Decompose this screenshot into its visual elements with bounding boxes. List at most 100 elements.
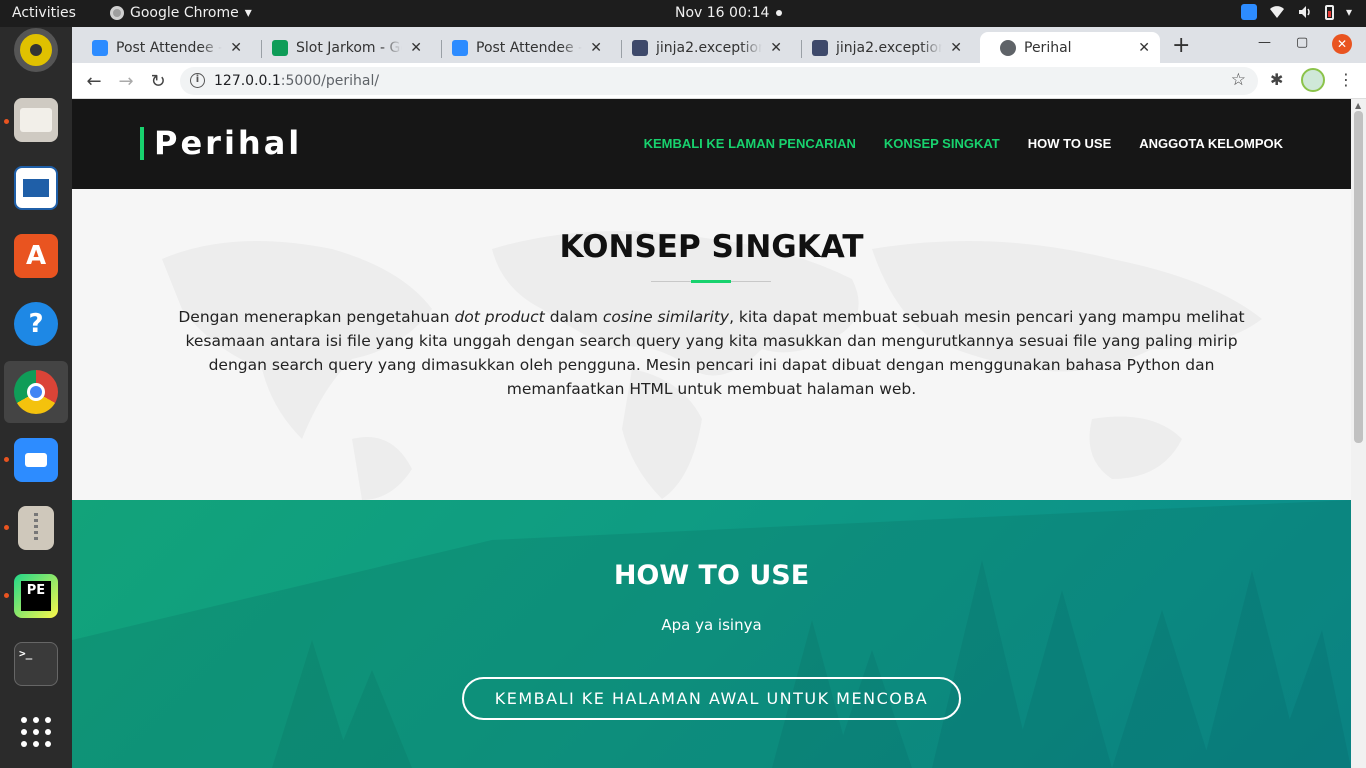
- help-icon: ?: [14, 302, 58, 346]
- archive-manager-icon: [18, 506, 54, 550]
- show-apps-icon: [21, 717, 51, 747]
- reload-button[interactable]: ↻: [147, 70, 169, 92]
- dock-terminal[interactable]: >_: [4, 633, 68, 695]
- tab-post-attendee-2[interactable]: Post Attendee - Zoom ✕: [432, 32, 612, 63]
- konsep-singkat-section: KONSEP SINGKAT Dengan menerapkan pengeta…: [72, 189, 1351, 500]
- dock-chrome[interactable]: [4, 361, 68, 423]
- title-divider-accent: [691, 280, 731, 283]
- gnome-top-bar: Activities Google Chrome ▾ Nov 16 00:14 …: [0, 0, 1366, 27]
- tab-label: Perihal: [1024, 39, 1072, 56]
- window-close-button[interactable]: ✕: [1332, 34, 1352, 54]
- tab-label: jinja2.exceptions.: [656, 39, 762, 56]
- close-icon[interactable]: ✕: [410, 40, 422, 56]
- scroll-up-arrow-icon[interactable]: ▲: [1355, 101, 1361, 110]
- close-icon[interactable]: ✕: [1138, 40, 1150, 56]
- ubuntu-software-icon: A: [14, 234, 58, 278]
- pycharm-label: PE: [21, 581, 51, 611]
- tab-strip: Post Attendee - Zoom ✕ Slot Jarkom - Goo…: [72, 27, 1366, 63]
- close-icon[interactable]: ✕: [950, 40, 962, 56]
- page-scrollbar[interactable]: ▲: [1351, 99, 1366, 768]
- dock-pycharm[interactable]: PE: [4, 565, 68, 627]
- tab-perihal[interactable]: Perihal ✕: [980, 32, 1160, 63]
- site-logo[interactable]: Perihal: [140, 127, 302, 160]
- tab-label: jinja2.exceptions.: [836, 39, 942, 56]
- address-bar[interactable]: i 127.0.0.1:5000/perihal/ ☆: [180, 67, 1258, 95]
- nav-konsep-singkat[interactable]: KONSEP SINGKAT: [884, 136, 1000, 151]
- dock-files[interactable]: [4, 89, 68, 151]
- notification-dot: [776, 10, 782, 16]
- zoom-icon: [14, 438, 58, 482]
- zoom-tray-icon[interactable]: [1240, 4, 1257, 20]
- profile-avatar[interactable]: [1301, 68, 1325, 92]
- new-tab-button[interactable]: +: [1172, 33, 1190, 58]
- zoom-favicon-icon: [92, 39, 108, 56]
- site-menu: KEMBALI KE LAMAN PENCARIAN KONSEP SINGKA…: [644, 136, 1283, 151]
- libreoffice-impress-icon: [14, 166, 58, 210]
- url-path: :5000/perihal/: [280, 73, 380, 89]
- dock-zoom[interactable]: [4, 429, 68, 491]
- section-title-how-to-use: HOW TO USE: [613, 560, 810, 591]
- clock[interactable]: Nov 16 00:14: [675, 5, 769, 21]
- zoom-favicon-icon: [452, 39, 468, 56]
- emphasis-dot-product: dot product: [454, 308, 545, 326]
- info-icon[interactable]: i: [190, 73, 205, 88]
- chrome-icon: [110, 6, 124, 20]
- back-button[interactable]: ←: [83, 70, 105, 92]
- dock-ubuntu-software[interactable]: A: [4, 225, 68, 287]
- chevron-down-icon: ▾: [1345, 5, 1352, 19]
- paragraph-text: Dengan menerapkan pengetahuan: [178, 308, 455, 326]
- battery-icon: [1324, 4, 1334, 20]
- wifi-icon: [1269, 6, 1284, 18]
- url-host: 127.0.0.1: [214, 73, 281, 89]
- tab-post-attendee-1[interactable]: Post Attendee - Zoom ✕: [72, 32, 252, 63]
- maximize-button[interactable]: ▢: [1296, 35, 1308, 50]
- url-text[interactable]: 127.0.0.1:5000/perihal/: [214, 73, 379, 89]
- scrollbar-thumb[interactable]: [1354, 111, 1363, 443]
- chrome-icon: [14, 370, 58, 414]
- browser-toolbar: ← → ↻ i 127.0.0.1:5000/perihal/ ☆ ✱ ⋮: [72, 63, 1366, 99]
- section-title-konsep-singkat: KONSEP SINGKAT: [559, 229, 864, 265]
- paragraph-text: dalam: [544, 308, 603, 326]
- nav-anggota-kelompok[interactable]: ANGGOTA KELOMPOK: [1139, 136, 1283, 151]
- page-viewport: Perihal KEMBALI KE LAMAN PENCARIAN KONSE…: [72, 99, 1351, 768]
- chrome-window: Post Attendee - Zoom ✕ Slot Jarkom - Goo…: [72, 27, 1366, 768]
- app-menu-label: Google Chrome: [130, 5, 239, 21]
- pycharm-icon: PE: [14, 574, 58, 618]
- app-menu[interactable]: Google Chrome ▾: [110, 5, 252, 21]
- dock-show-apps[interactable]: [4, 701, 68, 763]
- site-header: Perihal KEMBALI KE LAMAN PENCARIAN KONSE…: [72, 99, 1351, 189]
- konsep-singkat-paragraph: Dengan menerapkan pengetahuan dot produc…: [162, 305, 1261, 401]
- terminal-favicon-icon: [632, 39, 648, 56]
- system-tray[interactable]: ▾: [1240, 4, 1352, 20]
- tab-jinja2-exceptions-1[interactable]: jinja2.exceptions. ✕: [612, 32, 792, 63]
- dock-help[interactable]: ?: [4, 293, 68, 355]
- nav-kembali-ke-laman-pencarian[interactable]: KEMBALI KE LAMAN PENCARIAN: [644, 136, 856, 151]
- forward-button[interactable]: →: [115, 70, 137, 92]
- forest-background: [72, 500, 1351, 768]
- nav-how-to-use[interactable]: HOW TO USE: [1028, 136, 1112, 151]
- back-to-home-button[interactable]: KEMBALI KE HALAMAN AWAL UNTUK MENCOBA: [462, 677, 961, 720]
- globe-icon: [1000, 39, 1016, 56]
- tab-label: Slot Jarkom - Google Sheets: [296, 39, 402, 56]
- tab-label: Post Attendee - Zoom: [116, 39, 222, 56]
- tab-jinja2-exceptions-2[interactable]: jinja2.exceptions. ✕: [792, 32, 972, 63]
- rhythmbox-icon: [14, 28, 58, 72]
- tab-slot-jarkom[interactable]: Slot Jarkom - Google Sheets ✕: [252, 32, 432, 63]
- tab-label: Post Attendee - Zoom: [476, 39, 582, 56]
- extensions-icon[interactable]: ✱: [1270, 70, 1283, 89]
- close-icon[interactable]: ✕: [770, 40, 782, 56]
- dock-rhythmbox[interactable]: [4, 19, 68, 81]
- dock: A ? PE >_: [0, 27, 72, 768]
- minimize-button[interactable]: —: [1258, 35, 1271, 50]
- terminal-favicon-icon: [812, 39, 828, 56]
- dock-archive-manager[interactable]: [4, 497, 68, 559]
- bookmark-star-icon[interactable]: ☆: [1231, 70, 1246, 90]
- chevron-down-icon: ▾: [244, 5, 252, 21]
- sheets-favicon-icon: [272, 39, 288, 56]
- how-to-use-subtitle: Apa ya isinya: [661, 616, 762, 634]
- dock-libreoffice-impress[interactable]: [4, 157, 68, 219]
- kebab-menu-icon[interactable]: ⋮: [1338, 70, 1354, 89]
- close-icon[interactable]: ✕: [590, 40, 602, 56]
- close-icon[interactable]: ✕: [230, 40, 242, 56]
- terminal-icon: >_: [14, 642, 58, 686]
